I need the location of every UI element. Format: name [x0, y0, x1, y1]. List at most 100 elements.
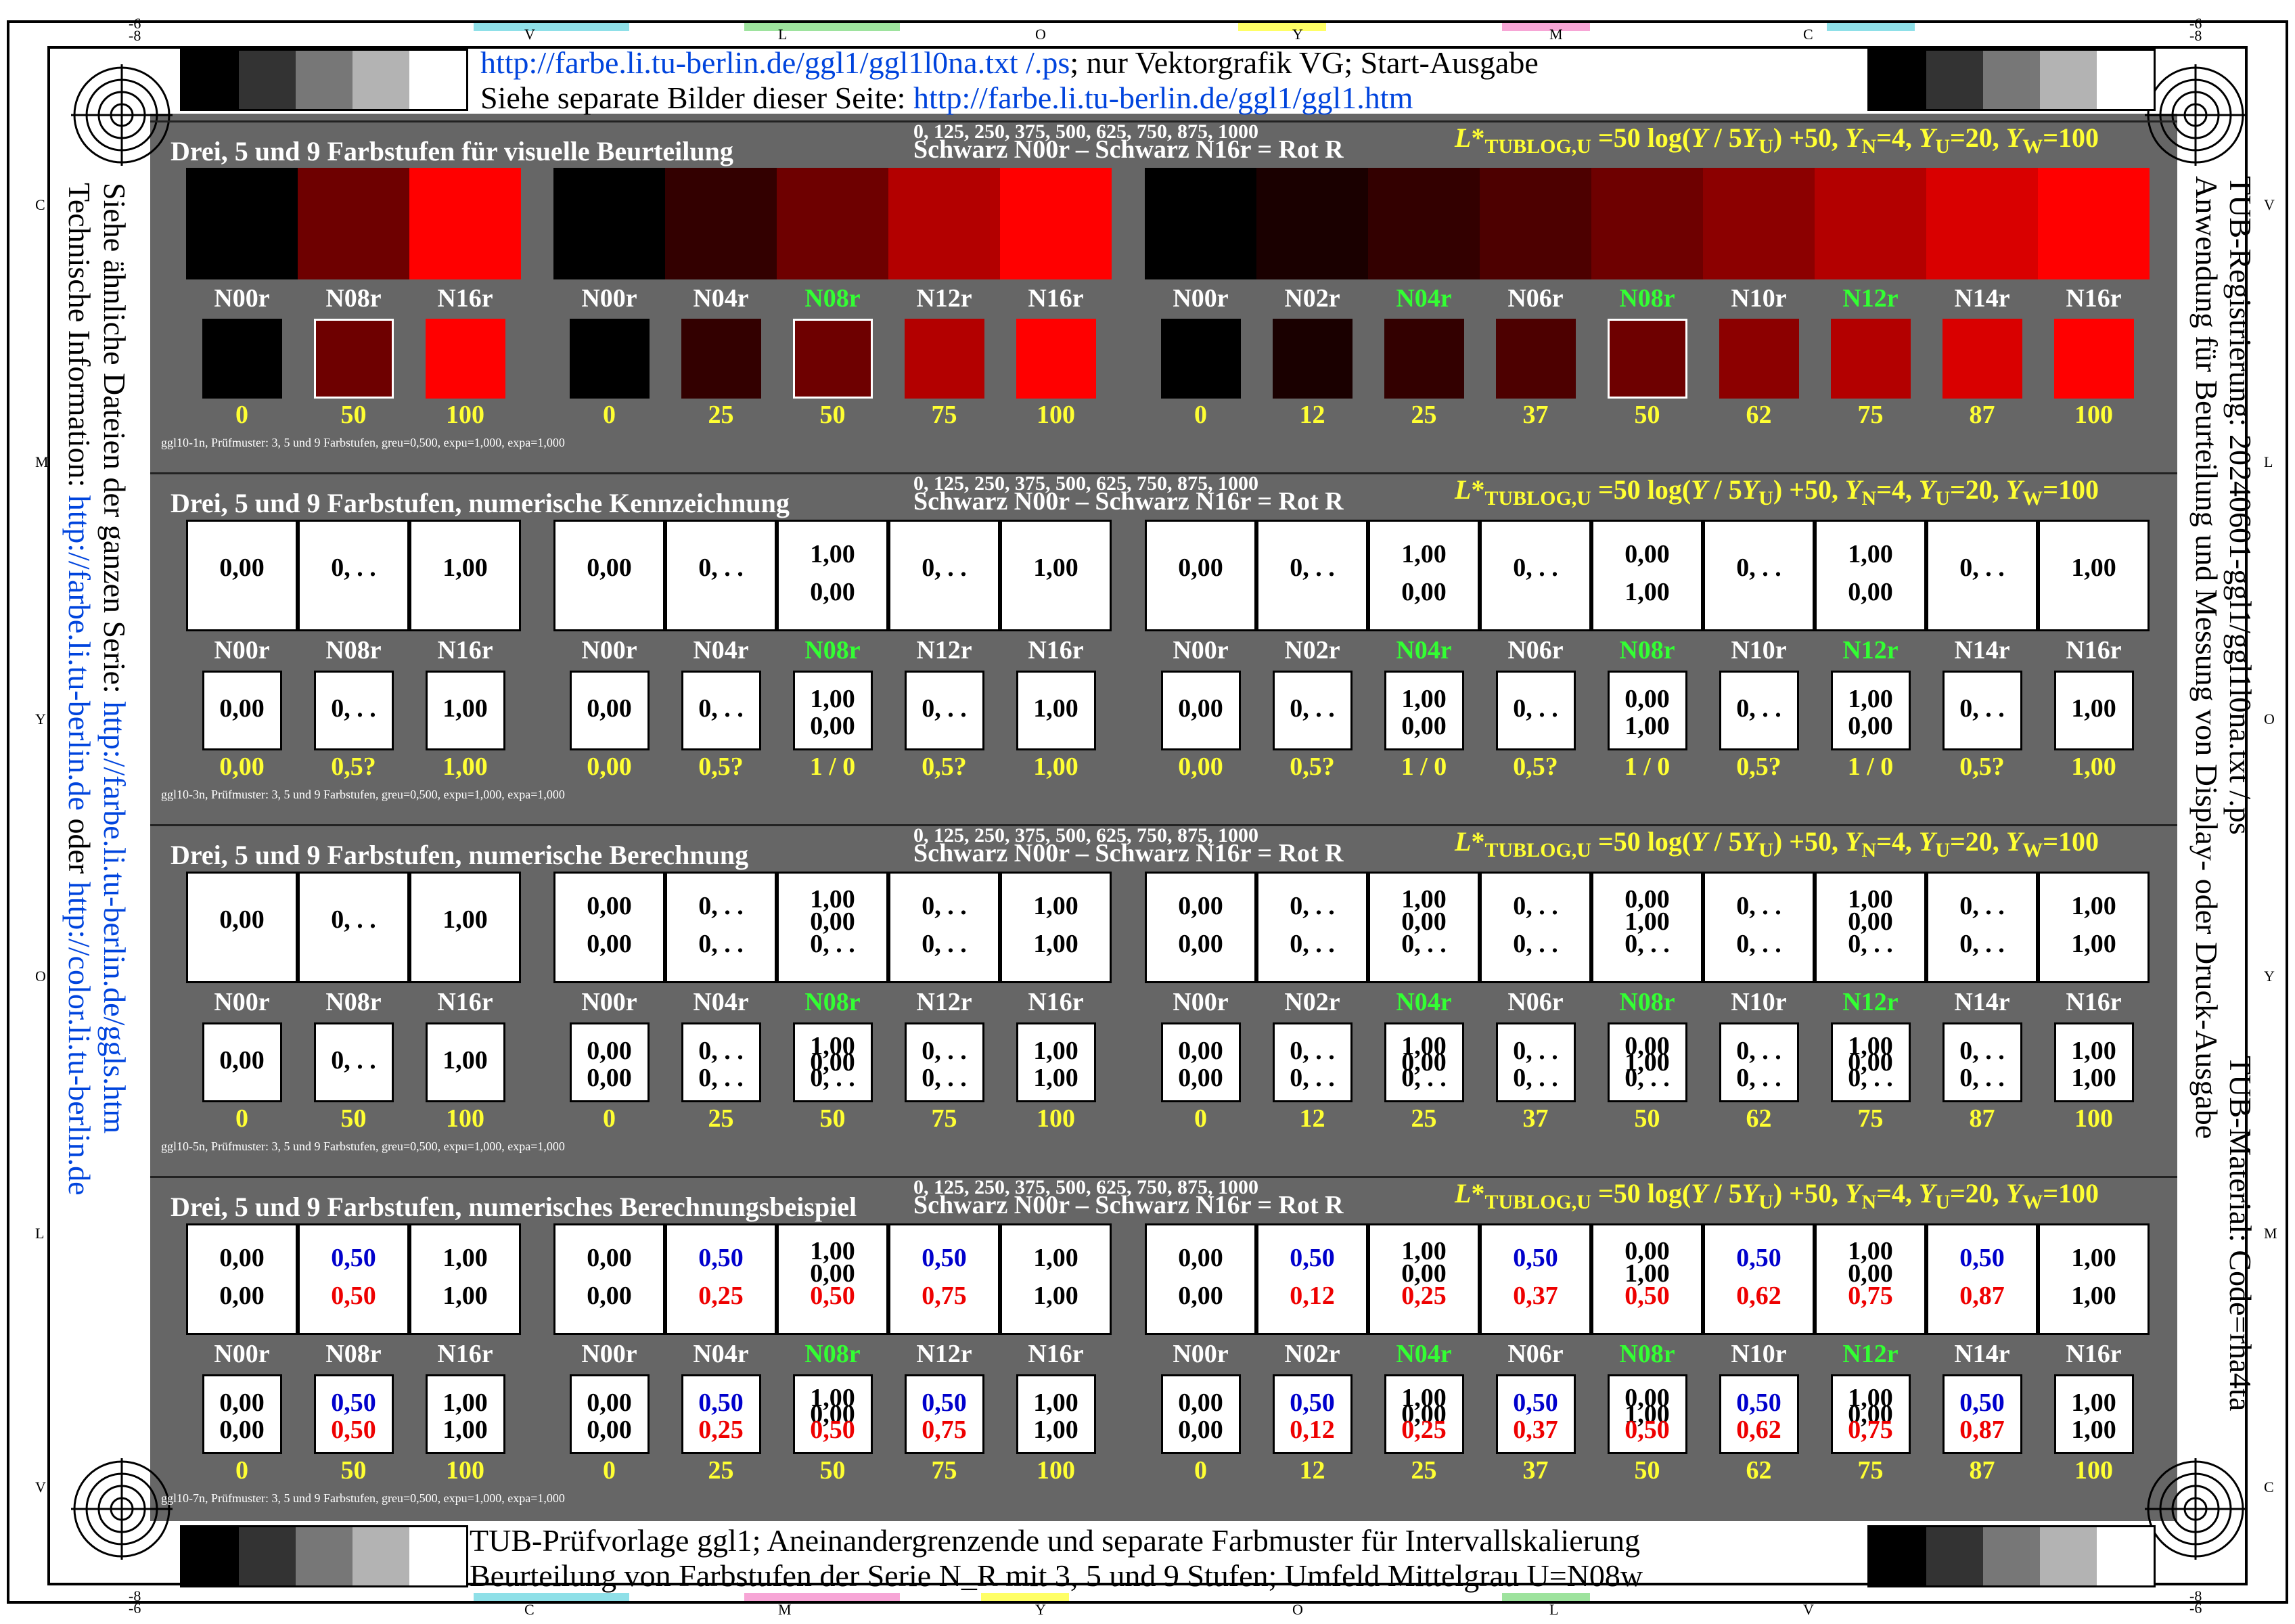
step-label: N16r [437, 1340, 493, 1368]
step-value: 25 [1411, 1104, 1437, 1133]
corner-tick-label: -8 [129, 27, 141, 44]
step-value: 50 [1634, 401, 1660, 429]
left-side-link[interactable]: http://farbe.li.tu-berlin.de [62, 495, 97, 811]
formula: L*TUBLOG,U =50 log(Y / 5YU) +50, YN=4, Y… [1455, 1178, 2099, 1213]
step-value: 25 [708, 1456, 734, 1485]
step-label: N00r [1173, 988, 1229, 1016]
step-value: 62 [1746, 1104, 1772, 1133]
color-swatch [2038, 168, 2150, 279]
step-label: N04r [1396, 636, 1452, 664]
value-square: 0, . . 0, . . [1495, 1022, 1576, 1102]
step-value: 100 [2074, 401, 2113, 429]
step-value: 1,00 [2071, 752, 2116, 781]
value-cell: 0, . . [1256, 520, 1368, 631]
cell-value: 1,00 [442, 1046, 488, 1075]
cell-value: 0,00 [219, 1046, 265, 1075]
cell-value: 0, . . [1290, 1064, 1335, 1093]
color-swatch [1480, 168, 1591, 279]
value-cell: 0, . . 0, . . [1480, 872, 1591, 983]
cell-value: 0,00 [587, 553, 632, 582]
cell-value: 1,00 [2071, 891, 2116, 920]
panel-title: Drei, 5 und 9 Farbstufen, numerisches Be… [171, 1192, 857, 1222]
edge-color-strip [1502, 23, 1590, 31]
step-value: 50 [1634, 1104, 1660, 1133]
value-square: 0,50 0,87 [1942, 1374, 2022, 1454]
value-cell: 0, . . [1480, 520, 1591, 631]
cell-value: 0,50 [810, 1416, 855, 1445]
value-cell: 0,50 0,62 [1703, 1223, 1815, 1335]
step-label: N06r [1507, 1340, 1564, 1368]
value-square: 0,00 1,00 0,50 [1607, 1374, 1687, 1454]
cell-value: 0,00 [1178, 1064, 1223, 1093]
value-cell: 0,00 0,00 [1145, 1223, 1256, 1335]
value-cell: 0,00 1,00 0,50 [1591, 1223, 1703, 1335]
step-label: N14r [1954, 1340, 2010, 1368]
panel-subline: ggl10-5n, Prüfmuster: 3, 5 und 9 Farbstu… [161, 1140, 565, 1153]
cell-value: 0,00 [1624, 685, 1670, 714]
step-label: N12r [1842, 1340, 1899, 1368]
frame-tick-label: O [1035, 26, 1046, 43]
color-square [313, 319, 394, 399]
value-cell: 1,00 0,00 [777, 520, 888, 631]
step-value: 100 [2074, 1104, 2113, 1133]
step-value: 100 [2074, 1456, 2113, 1485]
value-square: 0, . . [1719, 671, 1799, 750]
value-cell: 0,50 0,50 [298, 1223, 409, 1335]
cell-value: 1,00 [1624, 577, 1670, 606]
cell-value: 0,00 [1848, 577, 1893, 606]
color-swatch [1368, 168, 1480, 279]
cell-value: 0, . . [1959, 694, 2005, 723]
step-value: 37 [1522, 401, 1549, 429]
cell-value: 0,00 [810, 712, 855, 741]
cell-value: 0,50 [922, 1389, 967, 1418]
edge-color-strip [1827, 23, 1915, 31]
step-value: 0 [235, 1104, 248, 1133]
step-value: 0 [603, 1104, 616, 1133]
cell-value: 1,00 [1033, 1243, 1078, 1272]
frame-tick-label: C [2264, 1479, 2274, 1495]
value-cell: 1,00 0,00 0,50 [777, 1223, 888, 1335]
step-value: 0,5? [698, 752, 744, 781]
cell-value: 0, . . [1736, 553, 1781, 582]
step-label: N12r [916, 1340, 972, 1368]
step-label: N12r [916, 636, 972, 664]
cell-value: 1,00 [1848, 685, 1893, 714]
step-value: 0 [235, 1456, 248, 1485]
left-side-text: Siehe ähnliche Dateien der ganzen Serie: [97, 183, 132, 702]
series-line: Schwarz N00r – Schwarz N16r = Rot R [913, 839, 1344, 867]
cell-value: 0,00 [219, 905, 265, 934]
step-value: 87 [1969, 401, 1995, 429]
value-cell: 0,00 0,00 [553, 1223, 665, 1335]
panel-title: Drei, 5 und 9 Farbstufen, numerische Ken… [171, 488, 790, 518]
header-link-htm[interactable]: http://farbe.li.tu-berlin.de/ggl1/ggl1.h… [913, 81, 1413, 115]
cell-value: 1,00 [2071, 1243, 2116, 1272]
frame-tick-label: O [2264, 710, 2275, 727]
value-square: 1,00 0,00 0,25 [1384, 1374, 1464, 1454]
cell-value: 0,12 [1290, 1416, 1335, 1445]
cell-value: 0,87 [1959, 1281, 2005, 1310]
panel-subline: ggl10-1n, Prüfmuster: 3, 5 und 9 Farbstu… [161, 436, 565, 449]
cell-value: 0,00 [1178, 1281, 1223, 1310]
step-value: 100 [1037, 1104, 1075, 1133]
color-square [681, 319, 761, 399]
color-square [1607, 319, 1687, 399]
frame-tick-label: C [1803, 26, 1813, 43]
edge-color-strip [744, 23, 900, 31]
cell-value: 0, . . [922, 929, 967, 958]
cell-value: 0, . . [1848, 929, 1893, 958]
step-label: N04r [1396, 1340, 1452, 1368]
step-label: N08r [1619, 636, 1675, 664]
cell-value: 0,50 [1290, 1243, 1335, 1272]
left-side-link[interactable]: http://farbe.li.tu-berlin.de/ggls.htm [97, 701, 132, 1133]
step-label: N16r [437, 284, 493, 313]
cell-value: 0,00 [587, 1243, 632, 1272]
value-square: 1,00 [425, 671, 505, 750]
left-side-link[interactable]: http://color.li.tu-berlin.de [62, 882, 97, 1196]
step-label: N08r [804, 988, 861, 1016]
cell-value: 1,00 [2071, 1281, 2116, 1310]
cell-value: 0,50 [331, 1281, 376, 1310]
header-link-txt[interactable]: http://farbe.li.tu-berlin.de/ggl1/ggl1l0… [480, 45, 1070, 80]
cell-value: 1,00 [442, 905, 488, 934]
step-label: N08r [1619, 988, 1675, 1016]
step-value: 0,5? [1736, 752, 1781, 781]
